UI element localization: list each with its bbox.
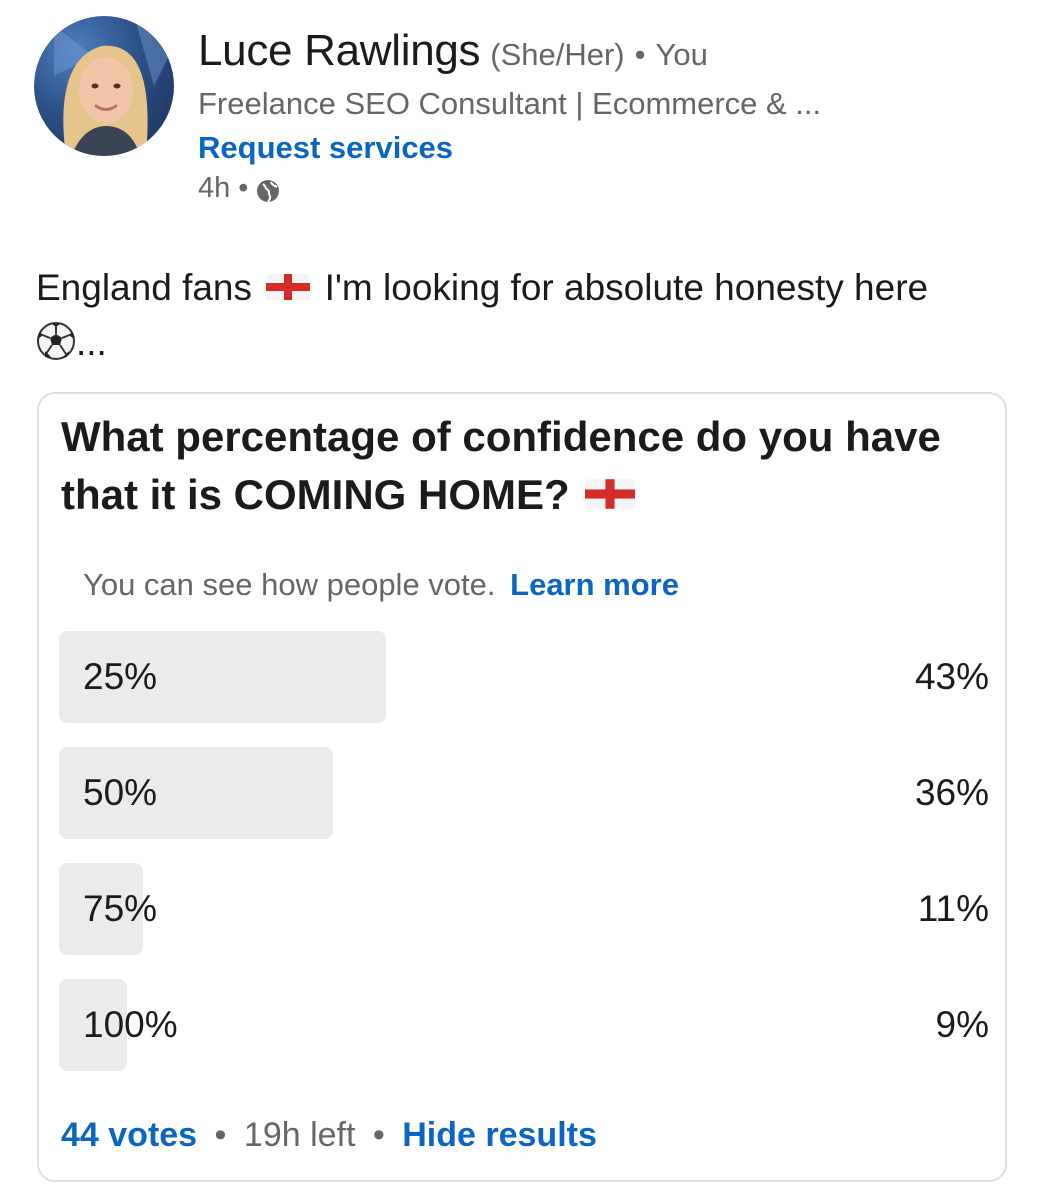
poll-card: What percentage of confidence do you hav…	[37, 392, 1007, 1182]
post-text-part: I'm looking for absolute honesty here	[324, 267, 929, 308]
author-headline: Freelance SEO Consultant | Ecommerce & .…	[198, 86, 822, 121]
author-name-line: Luce Rawlings (She/Her) • You	[198, 26, 821, 76]
separator-dot: •	[372, 1116, 385, 1154]
poll-footer: 44 votes • 19h left • Hide results	[61, 1116, 597, 1155]
post-time: 4h	[198, 172, 231, 204]
poll-option-25[interactable]: 25% 43%	[59, 631, 989, 723]
author-name[interactable]: Luce Rawlings	[198, 26, 481, 76]
poll-option-75[interactable]: 75% 11%	[59, 863, 989, 955]
poll-option-result: 9%	[935, 1004, 989, 1045]
separator-dot: •	[214, 1116, 227, 1154]
post-meta: 4h •	[198, 172, 821, 205]
author-pronouns: (She/Her)	[490, 37, 625, 72]
post-text-ellipsis: ...	[76, 322, 107, 363]
poll-question: What percentage of confidence do you hav…	[61, 408, 991, 524]
poll-time-left: 19h left	[243, 1116, 356, 1154]
england-flag-icon	[585, 479, 636, 509]
poll-notice-text: You can see how people vote.	[83, 567, 496, 602]
separator-dot: •	[634, 37, 646, 72]
author-block: Luce Rawlings (She/Her) • You Freelance …	[198, 26, 821, 205]
separator-dot: •	[238, 172, 249, 204]
poll-option-result: 11%	[917, 888, 989, 929]
learn-more-link[interactable]: Learn more	[510, 567, 679, 602]
post-text-part: England fans	[36, 267, 253, 308]
author-relation: You	[655, 37, 708, 72]
author-avatar[interactable]	[34, 16, 174, 156]
poll-option-label: 75%	[83, 888, 158, 929]
poll-option-50[interactable]: 50% 36%	[59, 747, 989, 839]
post-text: England fans I'm looking for absolute ho…	[36, 260, 1026, 370]
globe-icon	[257, 179, 280, 202]
poll-option-label: 100%	[83, 1004, 178, 1045]
england-flag-icon	[266, 274, 311, 301]
poll-votes-link[interactable]: 44 votes	[61, 1116, 197, 1154]
poll-option-label: 25%	[83, 656, 158, 697]
poll-question-text: What percentage of confidence do you hav…	[61, 413, 941, 518]
poll-visibility-notice: You can see how people vote. Learn more	[83, 567, 679, 603]
poll-option-result: 36%	[914, 772, 989, 813]
soccer-ball-icon	[37, 322, 75, 361]
request-services-link[interactable]: Request services	[198, 130, 453, 166]
hide-results-button[interactable]: Hide results	[402, 1116, 597, 1154]
poll-option-label: 50%	[83, 772, 158, 813]
poll-option-100[interactable]: 100% 9%	[59, 979, 989, 1071]
poll-option-result: 43%	[914, 656, 989, 697]
